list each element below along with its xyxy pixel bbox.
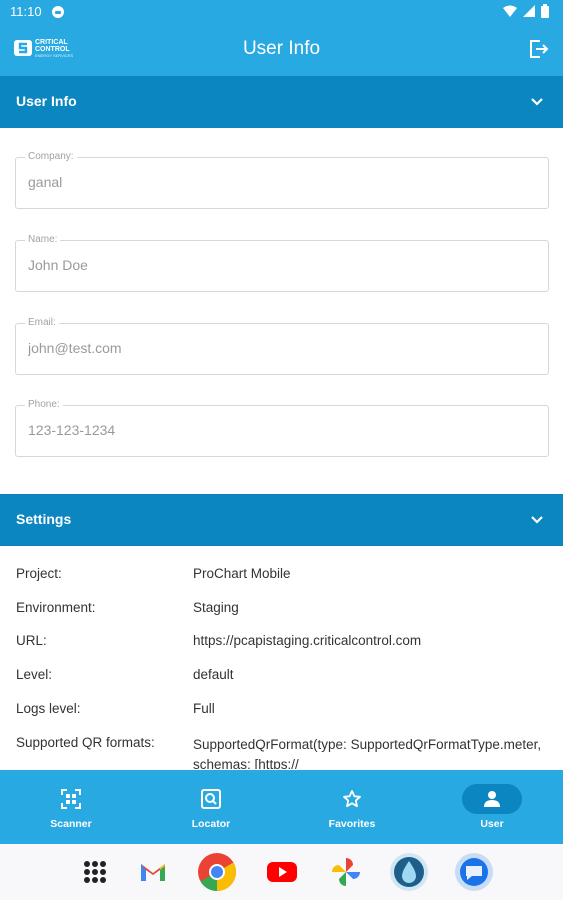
setting-label: URL: xyxy=(16,633,47,648)
locator-icon xyxy=(201,789,221,809)
user-info-header[interactable]: User Info xyxy=(0,76,563,128)
section-title: Settings xyxy=(16,511,72,527)
setting-row-project: Project: ProChart Mobile xyxy=(16,566,556,586)
nav-item-locator[interactable]: Locator xyxy=(161,770,261,844)
nav-label: User xyxy=(480,818,504,830)
email-label: Email: xyxy=(25,317,59,328)
phone-input[interactable] xyxy=(28,422,528,438)
chevron-down-icon xyxy=(531,516,543,524)
wifi-icon xyxy=(503,5,517,17)
nav-label: Scanner xyxy=(50,818,92,830)
chevron-down-icon xyxy=(531,98,543,106)
system-dock xyxy=(0,844,563,900)
nav-label: Favorites xyxy=(328,818,376,830)
company-input[interactable] xyxy=(28,174,528,190)
nav-label: Locator xyxy=(191,818,231,830)
phone-label: Phone: xyxy=(25,399,63,410)
logout-icon[interactable] xyxy=(527,37,551,61)
setting-value: default xyxy=(193,667,234,682)
setting-label: Supported QR formats: xyxy=(16,735,155,750)
setting-value: Staging xyxy=(193,600,239,615)
setting-label: Project: xyxy=(16,566,62,581)
app-bar: CRITICAL CONTROL ENERGY SERVICES User In… xyxy=(0,24,563,76)
photos-icon[interactable] xyxy=(326,852,366,892)
battery-icon xyxy=(541,4,549,18)
setting-row-environment: Environment: Staging xyxy=(16,600,556,620)
star-icon xyxy=(343,790,361,808)
bottom-nav: Scanner Locator Favorites User xyxy=(0,770,563,844)
phone-field[interactable]: Phone: xyxy=(15,399,549,457)
signal-icon xyxy=(523,5,535,17)
setting-label: Level: xyxy=(16,667,53,682)
setting-row-level: Level: default xyxy=(16,667,556,687)
setting-row-qr-formats: Supported QR formats: SupportedQrFormat(… xyxy=(16,735,556,770)
section-title: User Info xyxy=(16,93,77,109)
nav-item-favorites[interactable]: Favorites xyxy=(302,770,402,844)
chrome-icon[interactable] xyxy=(197,852,237,892)
status-time: 11:10 xyxy=(10,4,42,19)
setting-value: https://pcapistaging.criticalcontrol.com xyxy=(193,633,422,648)
setting-value: Full xyxy=(193,701,215,716)
gmail-icon[interactable] xyxy=(133,852,173,892)
person-icon xyxy=(484,791,500,807)
youtube-icon[interactable] xyxy=(262,852,302,892)
name-field[interactable]: Name: xyxy=(15,234,549,292)
status-bar: 11:10 xyxy=(0,0,563,24)
nav-item-user[interactable]: User xyxy=(442,770,542,844)
email-field[interactable]: Email: xyxy=(15,317,549,375)
prochart-app-icon[interactable] xyxy=(389,852,429,892)
setting-row-logs-level: Logs level: Full xyxy=(16,701,556,721)
notification-icon xyxy=(52,6,64,18)
setting-label: Logs level: xyxy=(16,701,81,716)
setting-value: SupportedQrFormat(type: SupportedQrForma… xyxy=(193,737,542,769)
qr-scanner-icon xyxy=(61,789,81,809)
name-input[interactable] xyxy=(28,257,528,273)
page-title: User Info xyxy=(242,38,321,59)
settings-header[interactable]: Settings xyxy=(0,494,563,546)
email-input[interactable] xyxy=(28,340,528,356)
setting-row-url: URL: https://pcapistaging.criticalcontro… xyxy=(16,633,556,653)
company-field[interactable]: Company: xyxy=(15,151,549,209)
app-drawer-icon[interactable] xyxy=(75,852,115,892)
messages-icon[interactable] xyxy=(454,852,494,892)
status-icons xyxy=(503,4,549,18)
company-label: Company: xyxy=(25,151,77,162)
name-label: Name: xyxy=(25,234,61,245)
setting-label: Environment: xyxy=(16,600,96,615)
nav-item-scanner[interactable]: Scanner xyxy=(21,770,121,844)
setting-value: ProChart Mobile xyxy=(193,566,291,581)
